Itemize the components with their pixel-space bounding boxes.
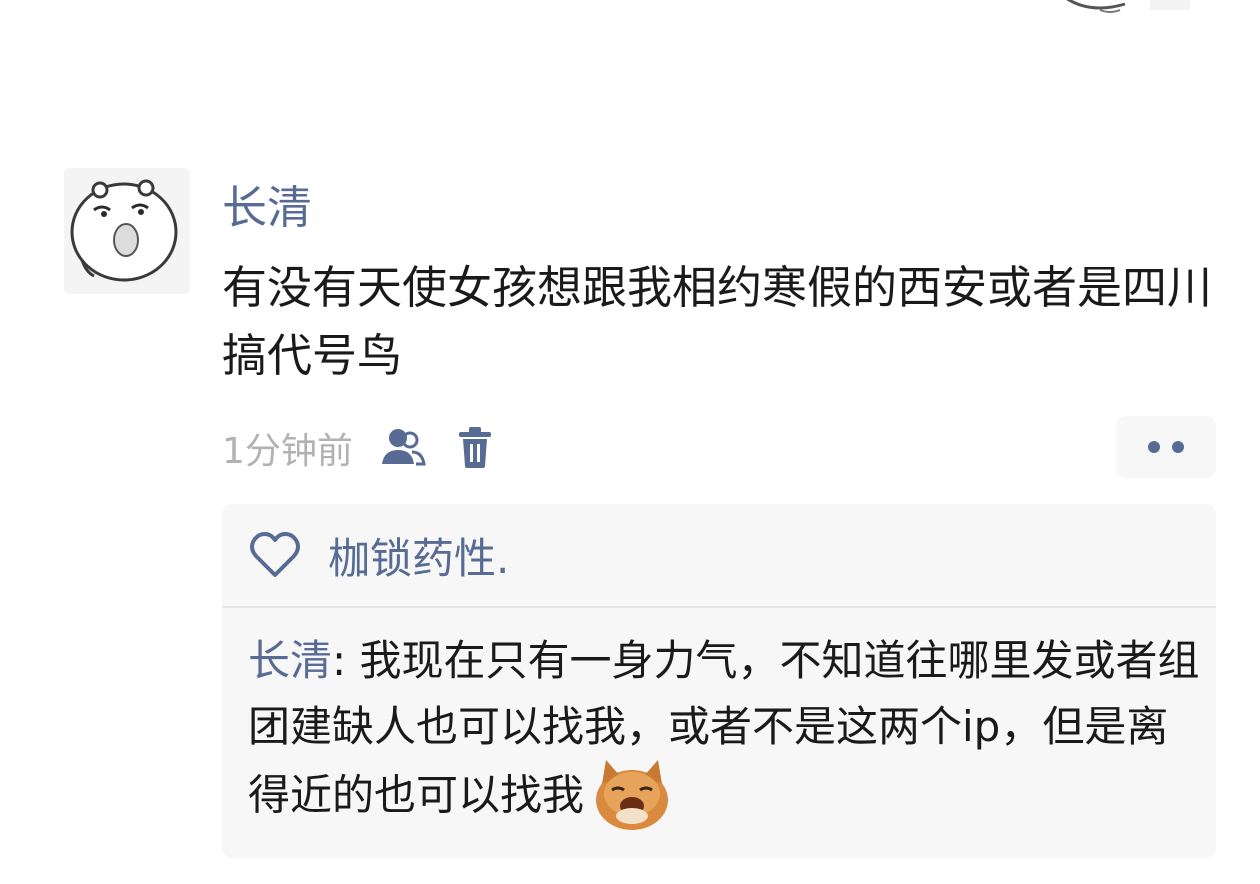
likes-row: 枷锁药性. — [222, 504, 1216, 608]
author-avatar[interactable] — [64, 168, 190, 294]
commenter-name[interactable]: 长清 — [248, 636, 332, 685]
people-icon[interactable] — [377, 422, 429, 474]
more-dots-icon[interactable] — [1116, 416, 1216, 478]
comment-text: 我现在只有一身力气，不知道往哪里发或者组团建缺人也可以找我，或者不是这两个ip，… — [248, 636, 1200, 820]
trash-icon[interactable] — [449, 422, 501, 474]
more-dot — [1148, 441, 1160, 453]
doodle-face-icon — [64, 168, 190, 294]
liker-name[interactable]: 枷锁药性. — [328, 525, 509, 586]
post-meta-row: 1分钟前 — [222, 418, 501, 478]
previous-avatar-fragment — [1066, 0, 1190, 13]
interaction-panel: 枷锁药性. 长清: 我现在只有一身力气，不知道往哪里发或者组团建缺人也可以找我，… — [222, 504, 1216, 858]
moments-feed: 长清 有没有天使女孩想跟我相约寒假的西安或者是四川搞代号鸟 1分钟前 枷锁药性.… — [0, 0, 1260, 884]
heart-icon — [248, 528, 302, 582]
post-timestamp: 1分钟前 — [222, 431, 353, 472]
comment-item[interactable]: 长清: 我现在只有一身力气，不知道往哪里发或者组团建缺人也可以找我，或者不是这两… — [248, 628, 1208, 836]
post-author-name[interactable]: 长清 — [222, 176, 312, 240]
cat-sticker-icon — [592, 754, 673, 830]
post-text: 有没有天使女孩想跟我相约寒假的西安或者是四川搞代号鸟 — [222, 261, 1213, 382]
comment-separator: : — [332, 636, 360, 685]
more-dot — [1172, 441, 1184, 453]
